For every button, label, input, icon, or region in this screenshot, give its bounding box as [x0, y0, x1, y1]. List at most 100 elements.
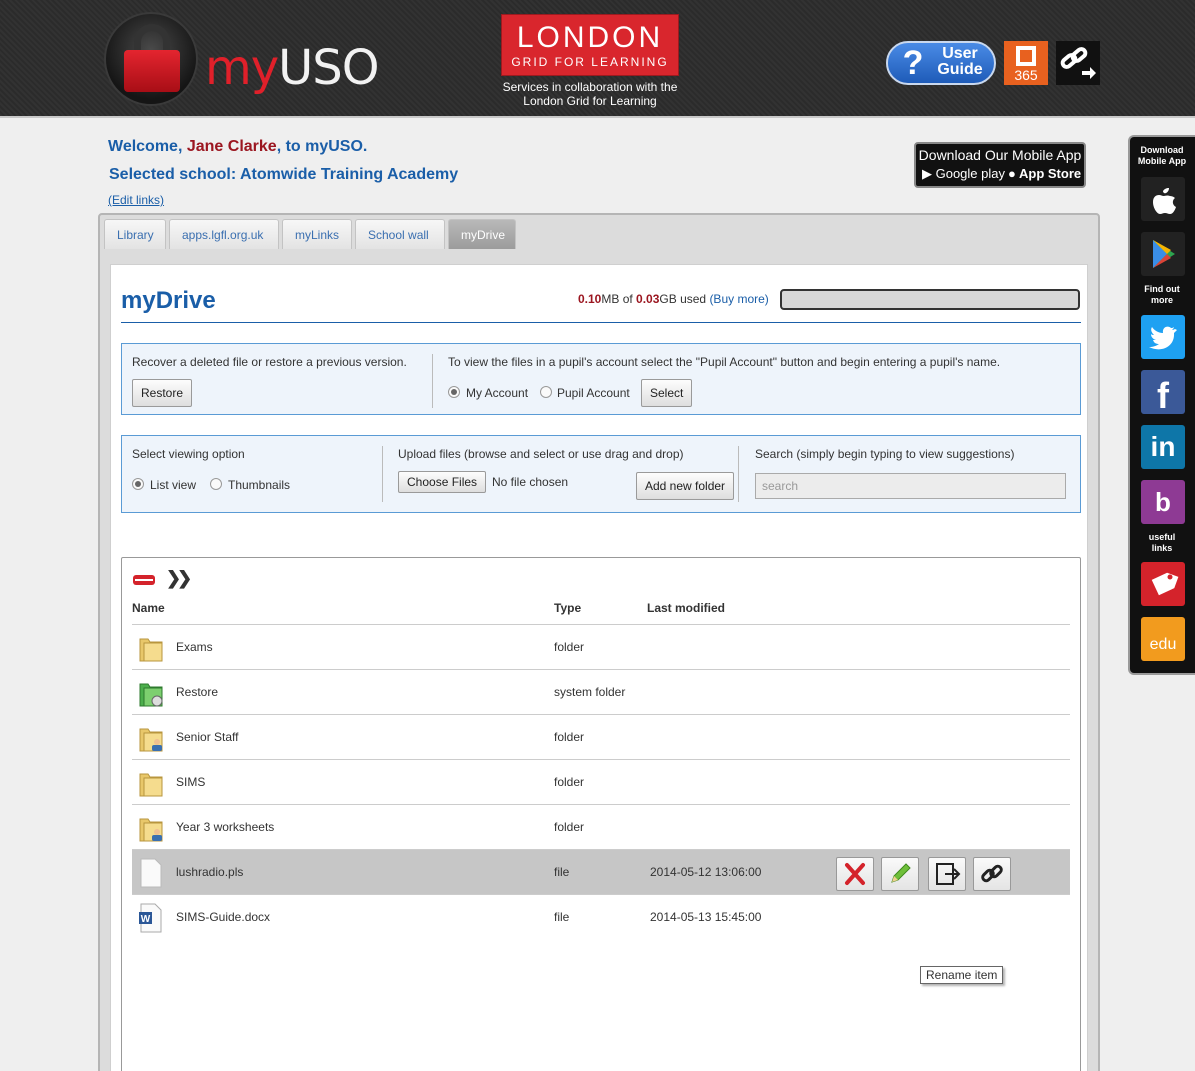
file-type: system folder: [554, 685, 626, 699]
storage-quota-unit: GB used: [659, 292, 710, 306]
find-out-more-label[interactable]: Find out more: [1130, 284, 1194, 306]
table-row[interactable]: W SIMS-Guide.docx file 2014-05-13 15:45:…: [132, 894, 1070, 939]
tab-mydrive[interactable]: myDrive: [448, 219, 516, 249]
file-browser: ❯❯ Name Type Last modified Exams folder …: [121, 557, 1081, 1071]
user-guide-label: User: [942, 45, 978, 62]
select-button[interactable]: Select: [641, 379, 693, 407]
file-name: Senior Staff: [176, 730, 239, 744]
twitter-icon[interactable]: [1141, 315, 1185, 359]
mydrive-panel: myDrive 0.10MB of 0.03GB used (Buy more)…: [110, 264, 1088, 1071]
pencil-icon: [891, 863, 911, 883]
lock-logo-icon[interactable]: [104, 12, 198, 106]
download-app-label-line: Mobile App: [1137, 156, 1187, 166]
facebook-icon[interactable]: f: [1141, 370, 1185, 416]
table-row[interactable]: Restore system folder: [132, 669, 1070, 714]
site-logo[interactable]: myUSO: [205, 40, 380, 96]
column-header-modified[interactable]: Last modified: [647, 601, 725, 615]
file-type: folder: [554, 775, 585, 789]
office-icon: [1016, 46, 1036, 66]
welcome-prefix: Welcome,: [108, 138, 187, 155]
tab-school-wall[interactable]: School wall: [355, 219, 445, 249]
download-app-label: Download Mobile App: [1130, 145, 1194, 167]
lgfl-caption-line: London Grid for Learning: [523, 94, 657, 108]
tab-library[interactable]: Library: [104, 219, 166, 249]
office-365-button[interactable]: 365: [1004, 41, 1048, 85]
delete-button[interactable]: [836, 857, 874, 891]
thumbnails-radio[interactable]: [210, 478, 222, 490]
my-account-radio[interactable]: [448, 386, 460, 398]
search-label: Search (simply begin typing to view sugg…: [755, 447, 1015, 461]
edit-links-link[interactable]: (Edit links): [108, 193, 164, 207]
storage-usage-bar: [780, 289, 1080, 310]
file-modified: 2014-05-12 13:06:00: [650, 865, 762, 879]
lgfl-caption-line: Services in collaboration with the: [502, 80, 678, 94]
file-type: folder: [554, 640, 585, 654]
external-link-icon[interactable]: [1056, 41, 1100, 85]
app-store-label: App Store: [1019, 166, 1082, 181]
restore-description: Recover a deleted file or restore a prev…: [132, 355, 407, 369]
table-row[interactable]: Exams folder: [132, 624, 1070, 669]
table-row[interactable]: Year 3 worksheets folder: [132, 804, 1070, 849]
lgfl-caption: Services in collaboration with the Londo…: [490, 80, 690, 108]
thumbnails-label: Thumbnails: [228, 478, 291, 492]
google-play-badge[interactable]: ▶ Google play: [922, 166, 1005, 182]
linkedin-icon[interactable]: in: [1141, 425, 1185, 469]
google-play-label: Google play: [935, 166, 1005, 181]
move-button[interactable]: [928, 857, 966, 891]
file-modified: 2014-05-13 15:45:00: [650, 910, 762, 924]
link-icon: [981, 864, 1003, 883]
file-icon: [140, 858, 162, 888]
breadcrumb-arrows-icon: ❯❯: [166, 568, 192, 588]
rename-tooltip: Rename item: [920, 966, 1004, 984]
file-name: SIMS: [176, 775, 206, 789]
box-divider: [432, 354, 433, 408]
move-icon: [936, 863, 961, 885]
useful-links-line: links: [1151, 543, 1173, 553]
rename-button[interactable]: [881, 857, 919, 891]
file-name: Exams: [176, 640, 213, 654]
choose-files-button[interactable]: Choose Files: [398, 471, 487, 493]
file-type: folder: [554, 820, 585, 834]
download-app-label-line: Download: [1140, 145, 1184, 155]
table-row[interactable]: SIMS folder: [132, 759, 1070, 804]
welcome-suffix: , to myUSO.: [276, 138, 368, 155]
column-header-name[interactable]: Name: [132, 601, 165, 615]
tab-mylinks[interactable]: myLinks: [282, 219, 352, 249]
buy-more-link[interactable]: (Buy more): [709, 292, 768, 306]
page-title: myDrive: [121, 287, 216, 314]
blog-icon[interactable]: b: [1141, 480, 1185, 524]
share-link-button[interactable]: [973, 857, 1011, 891]
add-new-folder-button[interactable]: Add new folder: [636, 472, 735, 500]
file-name: SIMS-Guide.docx: [176, 910, 271, 924]
search-input[interactable]: search: [755, 473, 1066, 499]
list-view-radio[interactable]: [132, 478, 144, 490]
useful-links-label[interactable]: useful links: [1130, 532, 1194, 554]
user-name: Jane Clarke: [186, 138, 277, 155]
title-divider: [121, 322, 1081, 323]
pupil-account-radio[interactable]: [540, 386, 552, 398]
tag-icon[interactable]: [1141, 562, 1185, 606]
folder-icon: [139, 638, 163, 662]
restore-button[interactable]: Restore: [132, 379, 193, 407]
column-header-type[interactable]: Type: [554, 601, 581, 615]
apple-icon: ●: [1008, 166, 1016, 181]
google-play-icon[interactable]: [1141, 232, 1185, 276]
table-row[interactable]: lushradio.pls file 2014-05-12 13:06:00: [132, 849, 1070, 894]
lgfl-logo[interactable]: LONDON GRID FOR LEARNING: [501, 14, 679, 76]
question-icon: ?: [902, 44, 924, 82]
tab-apps[interactable]: apps.lgfl.org.uk: [169, 219, 279, 249]
apple-store-icon[interactable]: [1141, 177, 1185, 221]
box-divider: [738, 446, 739, 502]
main-container: Library apps.lgfl.org.uk myLinks School …: [98, 213, 1100, 1071]
storage-quota-value: 0.03: [636, 292, 660, 306]
edu-folder-icon[interactable]: edu: [1141, 617, 1185, 661]
mobile-app-banner[interactable]: Download Our Mobile App ▶ Google play ● …: [914, 142, 1086, 188]
drive-icon[interactable]: [133, 573, 155, 587]
user-guide-button[interactable]: ? User Guide: [886, 41, 996, 85]
delete-icon: [845, 863, 865, 885]
view-option-label: Select viewing option: [132, 447, 245, 461]
app-store-badge[interactable]: ● App Store: [1008, 166, 1081, 181]
lgfl-title: LONDON: [516, 21, 664, 54]
table-row[interactable]: Senior Staff folder: [132, 714, 1070, 759]
shared-folder-icon: [139, 728, 163, 752]
